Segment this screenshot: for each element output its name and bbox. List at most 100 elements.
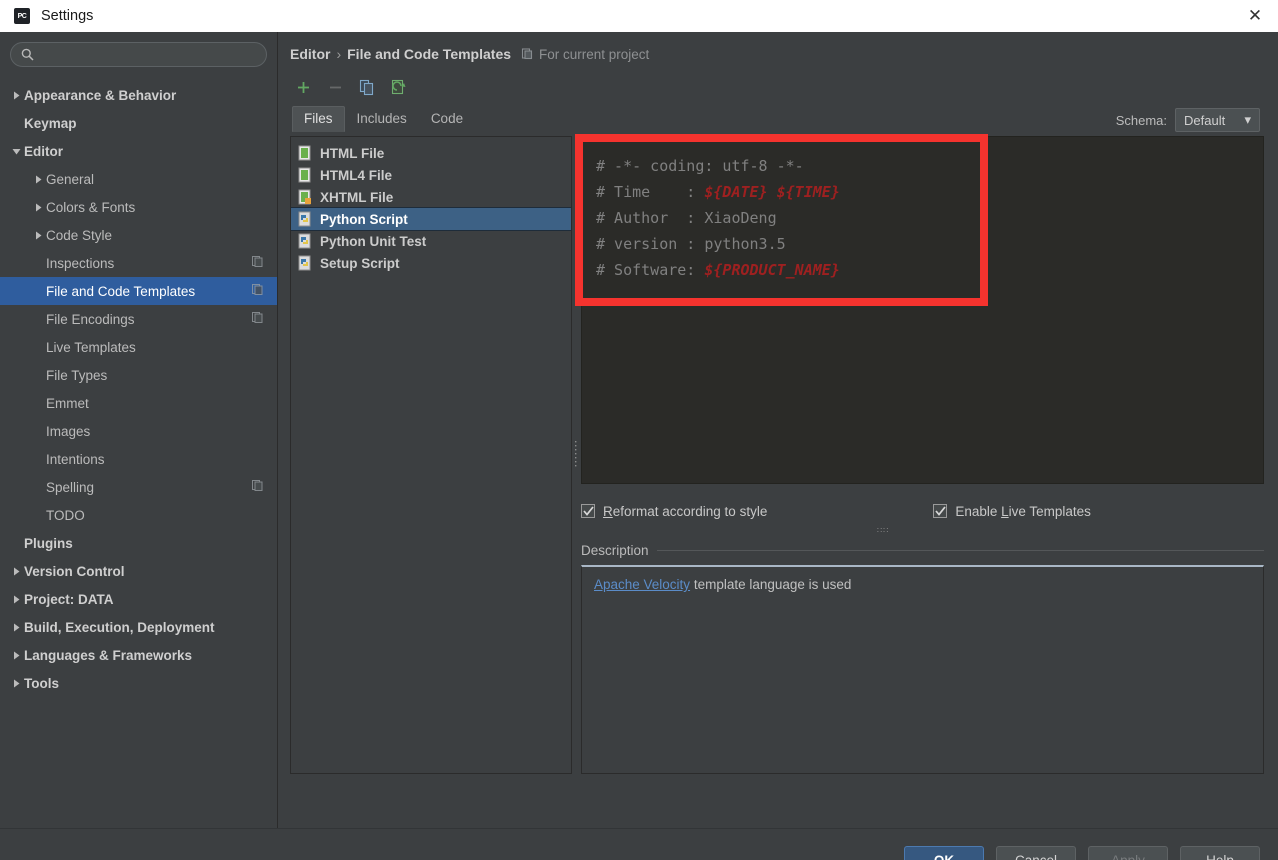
apply-button[interactable]: Apply bbox=[1088, 845, 1168, 860]
schema-dropdown[interactable]: Default ▾ bbox=[1175, 108, 1260, 132]
description-divider bbox=[656, 550, 1264, 551]
sidebar-item-editor[interactable]: Editor bbox=[0, 137, 277, 165]
sidebar-item-images[interactable]: Images bbox=[0, 417, 277, 445]
resize-grip-icon[interactable]: ∷∷ bbox=[877, 526, 889, 535]
sidebar-item-appearance-behavior[interactable]: Appearance & Behavior bbox=[0, 81, 277, 109]
sidebar-item-file-types[interactable]: File Types bbox=[0, 361, 277, 389]
chevron-right-icon[interactable] bbox=[30, 231, 46, 240]
sidebar-item-label: General bbox=[46, 171, 95, 187]
sidebar-item-label: Emmet bbox=[46, 395, 89, 411]
breadcrumb-parent[interactable]: Editor bbox=[290, 46, 330, 62]
sidebar-item-file-encodings[interactable]: File Encodings bbox=[0, 305, 277, 333]
sidebar-item-version-control[interactable]: Version Control bbox=[0, 557, 277, 585]
project-scope-icon bbox=[252, 254, 263, 272]
chevron-right-icon[interactable] bbox=[8, 651, 24, 660]
sidebar-item-label: Plugins bbox=[24, 535, 73, 551]
sidebar-item-keymap[interactable]: Keymap bbox=[0, 109, 277, 137]
template-list-item[interactable]: XHTML File bbox=[291, 186, 571, 208]
code-line: # Author : XiaoDeng bbox=[596, 205, 1263, 231]
help-button[interactable]: Help bbox=[1180, 845, 1260, 860]
sidebar-item-build-execution-deployment[interactable]: Build, Execution, Deployment bbox=[0, 613, 277, 641]
reformat-mnemonic: R bbox=[603, 503, 613, 519]
sidebar-item-tools[interactable]: Tools bbox=[0, 669, 277, 697]
close-icon[interactable]: ✕ bbox=[1232, 0, 1278, 32]
reformat-checkbox[interactable] bbox=[581, 504, 595, 518]
sidebar-item-emmet[interactable]: Emmet bbox=[0, 389, 277, 417]
live-templates-mnemonic: L bbox=[1001, 503, 1009, 519]
dialog-body: Appearance & Behavior Keymap Editor General… bbox=[0, 32, 1278, 828]
template-list-item[interactable]: Setup Script bbox=[291, 252, 571, 274]
sidebar-item-label: File and Code Templates bbox=[46, 283, 196, 299]
tab-files[interactable]: Files bbox=[292, 106, 345, 132]
template-list-item[interactable]: Python Script bbox=[291, 207, 571, 231]
live-templates-checkbox-group[interactable]: Enable Live Templates bbox=[933, 504, 1091, 519]
chevron-right-icon[interactable] bbox=[8, 567, 24, 576]
sidebar-item-general[interactable]: General bbox=[0, 165, 277, 193]
reformat-checkbox-group[interactable]: Reformat according to style bbox=[581, 504, 767, 519]
copy-template-button[interactable] bbox=[356, 76, 378, 98]
settings-tree: Appearance & Behavior Keymap Editor General… bbox=[0, 81, 277, 697]
search-icon bbox=[21, 48, 34, 61]
chevron-down-icon[interactable] bbox=[8, 147, 24, 156]
add-template-button[interactable] bbox=[292, 76, 314, 98]
sidebar-item-label: Version Control bbox=[24, 563, 125, 579]
template-toolbar bbox=[290, 72, 1278, 102]
chevron-right-icon[interactable] bbox=[30, 175, 46, 184]
template-list-item[interactable]: HTML File bbox=[291, 142, 571, 164]
chevron-right-icon[interactable] bbox=[8, 623, 24, 632]
sidebar-item-plugins[interactable]: Plugins bbox=[0, 529, 277, 557]
search-box[interactable] bbox=[10, 42, 267, 67]
chevron-down-icon: ▾ bbox=[1244, 112, 1251, 127]
description-suffix: template language is used bbox=[690, 577, 852, 592]
template-variable: ${PRODUCT_NAME} bbox=[704, 261, 840, 279]
template-editor-pane: # -*- coding: utf-8 -*- # Time : ${DATE} … bbox=[581, 136, 1278, 774]
pycharm-icon: PC bbox=[14, 8, 30, 24]
sidebar-item-live-templates[interactable]: Live Templates bbox=[0, 333, 277, 361]
project-scope-icon bbox=[521, 48, 533, 60]
live-templates-checkbox[interactable] bbox=[933, 504, 948, 518]
reset-template-button[interactable] bbox=[388, 76, 410, 98]
sidebar-item-code-style[interactable]: Code Style bbox=[0, 221, 277, 249]
project-scope-icon bbox=[252, 310, 263, 328]
description-title: Description bbox=[581, 543, 649, 558]
cancel-button[interactable]: Cancel bbox=[996, 845, 1076, 860]
apache-velocity-link[interactable]: Apache Velocity bbox=[594, 577, 690, 592]
sidebar-item-inspections[interactable]: Inspections bbox=[0, 249, 277, 277]
sidebar-item-label: Inspections bbox=[46, 255, 115, 271]
code-segment: # Software: bbox=[596, 261, 705, 279]
pane-splitter-handle[interactable] bbox=[572, 136, 581, 774]
breadcrumb-scope: For current project bbox=[539, 46, 650, 62]
template-list-item[interactable]: Python Unit Test bbox=[291, 230, 571, 252]
sidebar-item-label: File Types bbox=[46, 367, 108, 383]
template-list-item-label: XHTML File bbox=[320, 189, 394, 205]
chevron-right-icon[interactable] bbox=[8, 595, 24, 604]
ok-button[interactable]: OK bbox=[904, 845, 984, 860]
sidebar-item-intentions[interactable]: Intentions bbox=[0, 445, 277, 473]
schema-label: Schema: bbox=[1115, 112, 1167, 128]
template-code-editor[interactable]: # -*- coding: utf-8 -*- # Time : ${DATE} … bbox=[581, 136, 1264, 484]
sidebar-item-todo[interactable]: TODO bbox=[0, 501, 277, 529]
sidebar-item-spelling[interactable]: Spelling bbox=[0, 473, 277, 501]
template-list-item[interactable]: HTML4 File bbox=[291, 164, 571, 186]
breadcrumb: Editor › File and Code Templates For cur… bbox=[290, 32, 1278, 66]
window-titlebar: PC Settings ✕ bbox=[0, 0, 1278, 32]
sidebar-item-label: Live Templates bbox=[46, 339, 136, 355]
search-container bbox=[0, 42, 277, 75]
tab-code[interactable]: Code bbox=[419, 106, 475, 132]
sidebar-item-languages-frameworks[interactable]: Languages & Frameworks bbox=[0, 641, 277, 669]
sidebar-item-label: Appearance & Behavior bbox=[24, 87, 177, 103]
search-input[interactable] bbox=[40, 47, 256, 62]
template-list-item-label: Setup Script bbox=[320, 255, 400, 271]
sidebar-item-project-data[interactable]: Project: DATA bbox=[0, 585, 277, 613]
remove-template-button[interactable] bbox=[324, 76, 346, 98]
live-templates-text: ive Templates bbox=[1008, 503, 1091, 519]
chevron-right-icon[interactable] bbox=[8, 91, 24, 100]
template-list-item-label: Python Script bbox=[320, 211, 408, 227]
tab-includes[interactable]: Includes bbox=[345, 106, 419, 132]
chevron-right-icon[interactable] bbox=[8, 679, 24, 688]
sidebar-item-colors-fonts[interactable]: Colors & Fonts bbox=[0, 193, 277, 221]
chevron-right-icon[interactable] bbox=[30, 203, 46, 212]
sidebar-item-label: Intentions bbox=[46, 451, 105, 467]
sidebar-item-file-and-code-templates[interactable]: File and Code Templates bbox=[0, 277, 277, 305]
window-title: Settings bbox=[41, 8, 94, 24]
